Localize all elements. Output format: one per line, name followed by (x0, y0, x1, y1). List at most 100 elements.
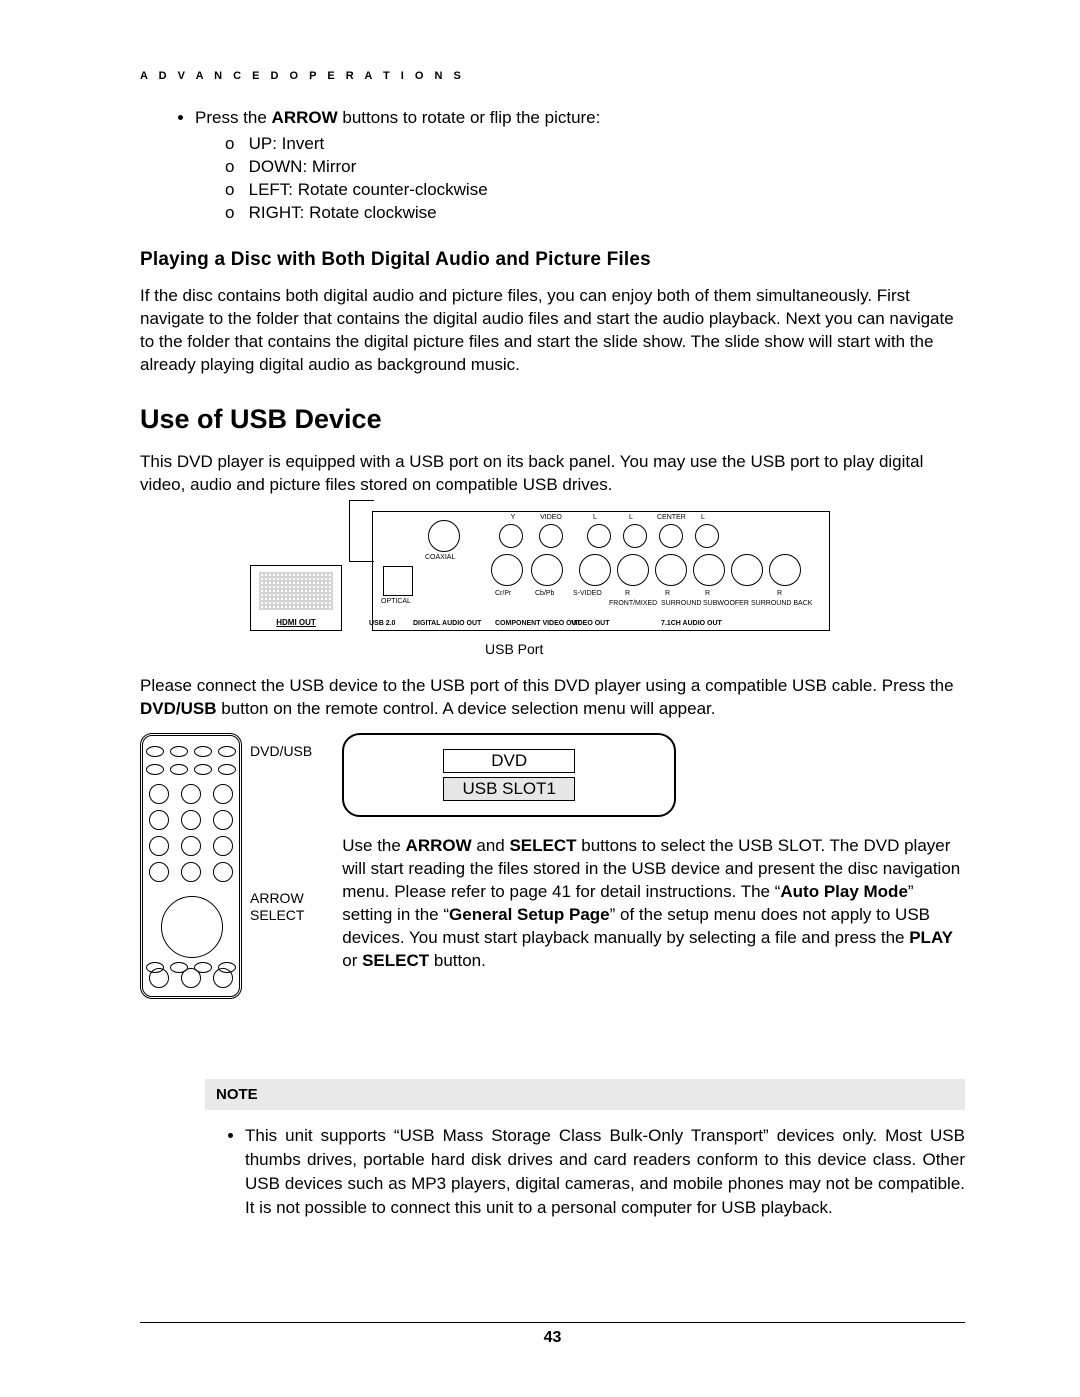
remote-button-icon (181, 810, 201, 830)
jack-icon (579, 554, 611, 586)
remote-button-icon (146, 764, 164, 775)
usb-tab-icon (349, 500, 374, 562)
note-heading: NOTE (205, 1079, 965, 1110)
arrow-instruction-lead: Press the ARROW buttons to rotate or fli… (195, 107, 965, 225)
page-number: 43 (544, 1329, 562, 1346)
hdmi-out-diagram: HDMI OUT (250, 565, 342, 631)
list-item: LEFT: Rotate counter-clockwise (225, 179, 965, 202)
menu-item-usb-slot1: USB SLOT1 (443, 777, 575, 801)
remote-button-icon (170, 764, 188, 775)
dvdusb-keyword: DVD/USB (140, 699, 217, 718)
paragraph: If the disc contains both digital audio … (140, 285, 965, 377)
running-head: A D V A N C E D O P E R A T I O N S (140, 70, 965, 82)
jack-label: Cr/Pr (495, 590, 511, 597)
remote-outline (140, 733, 242, 999)
kw: ARROW (406, 836, 472, 855)
text: buttons to rotate or flip the picture: (338, 108, 601, 127)
remote-row (143, 746, 239, 757)
paragraph: Please connect the USB device to the USB… (140, 675, 965, 721)
remote-button-icon (218, 746, 236, 757)
jack-icon (659, 524, 683, 548)
list-item: RIGHT: Rotate clockwise (225, 202, 965, 225)
kw: SELECT (509, 836, 576, 855)
remote-button-icon (181, 836, 201, 856)
remote-dpad-icon (161, 896, 223, 958)
text: Press the (195, 108, 272, 127)
section-heading-dual: Playing a Disc with Both Digital Audio a… (140, 249, 965, 271)
caption: USB 2.0 (369, 620, 395, 627)
device-selection-menu: DVD USB SLOT1 (342, 733, 676, 817)
arrow-direction-list: UP: Invert DOWN: Mirror LEFT: Rotate cou… (225, 133, 965, 225)
caption: VIDEO OUT (571, 620, 610, 627)
caption: 7.1CH AUDIO OUT (661, 620, 722, 627)
jack-label: SURROUND (661, 600, 701, 607)
remote-label-select: SELECT (250, 907, 312, 924)
note-list: This unit supports “USB Mass Storage Cla… (245, 1124, 965, 1219)
remote-and-menu-row: DVD/USB ARROW SELECT DVD USB SLOT1 Use t… (140, 733, 965, 999)
jack-label: Cb/Pb (535, 590, 554, 597)
manual-page: A D V A N C E D O P E R A T I O N S Pres… (0, 0, 1080, 1397)
jack-label: CENTER (657, 514, 686, 521)
jack-icon (623, 524, 647, 548)
remote-button-icon (213, 862, 233, 882)
remote-row (143, 810, 239, 830)
jack-label: VIDEO (539, 514, 563, 521)
remote-button-icon (181, 784, 201, 804)
remote-row (143, 784, 239, 804)
text: button. (429, 951, 486, 970)
remote-row (143, 862, 239, 882)
remote-row (143, 764, 239, 775)
remote-row (143, 836, 239, 856)
paragraph: This DVD player is equipped with a USB p… (140, 451, 965, 497)
remote-row (143, 968, 239, 988)
remote-button-icon (194, 764, 212, 775)
jack-label: SUBWOOFER (703, 600, 749, 607)
jack-icon (617, 554, 649, 586)
jack-label: COAXIAL (425, 554, 455, 561)
list-item: DOWN: Mirror (225, 156, 965, 179)
jack-icon (587, 524, 611, 548)
text: button on the remote control. A device s… (217, 699, 716, 718)
jack-icon (539, 524, 563, 548)
remote-button-icon (213, 784, 233, 804)
jack-label: L (593, 514, 597, 521)
remote-button-icon (181, 968, 201, 988)
remote-label-arrow: ARROW (250, 890, 312, 907)
kw: PLAY (909, 928, 953, 947)
back-panel-figure: HDMI OUT COAXIAL Y VIDEO L L CENTER L (250, 511, 965, 631)
text: or (342, 951, 362, 970)
jack-label: R (625, 590, 630, 597)
menu-item-dvd: DVD (443, 749, 575, 773)
jack-label: R (777, 590, 782, 597)
jack-icon (731, 554, 763, 586)
section-heading-usb: Use of USB Device (140, 404, 965, 435)
jack-icon (655, 554, 687, 586)
remote-button-icon (218, 764, 236, 775)
jack-icon (531, 554, 563, 586)
remote-button-icon (149, 784, 169, 804)
usb-port-caption: USB Port (485, 641, 965, 657)
remote-button-icon (149, 836, 169, 856)
kw: Auto Play Mode (780, 882, 908, 901)
remote-label-dvdusb: DVD/USB (250, 743, 312, 760)
jack-label: L (701, 514, 705, 521)
arrow-instruction-list: Press the ARROW buttons to rotate or fli… (195, 107, 965, 225)
text: Use the (342, 836, 405, 855)
kw: General Setup Page (449, 905, 610, 924)
remote-button-icon (146, 746, 164, 757)
page-footer: 43 (140, 1322, 965, 1347)
jack-label: L (629, 514, 633, 521)
caption: DIGITAL AUDIO OUT (413, 620, 481, 627)
remote-button-icon (149, 862, 169, 882)
remote-button-icon (213, 836, 233, 856)
hdmi-grill-icon (259, 572, 333, 610)
jack-icon (499, 524, 523, 548)
jack-icon (428, 520, 460, 552)
jack-icon (695, 524, 719, 548)
remote-button-icon (170, 746, 188, 757)
back-panel-diagram: COAXIAL Y VIDEO L L CENTER L (372, 511, 830, 631)
note-item: This unit supports “USB Mass Storage Cla… (245, 1124, 965, 1219)
jack-icon (491, 554, 523, 586)
jack-icon (693, 554, 725, 586)
jack-label: OPTICAL (381, 598, 411, 605)
